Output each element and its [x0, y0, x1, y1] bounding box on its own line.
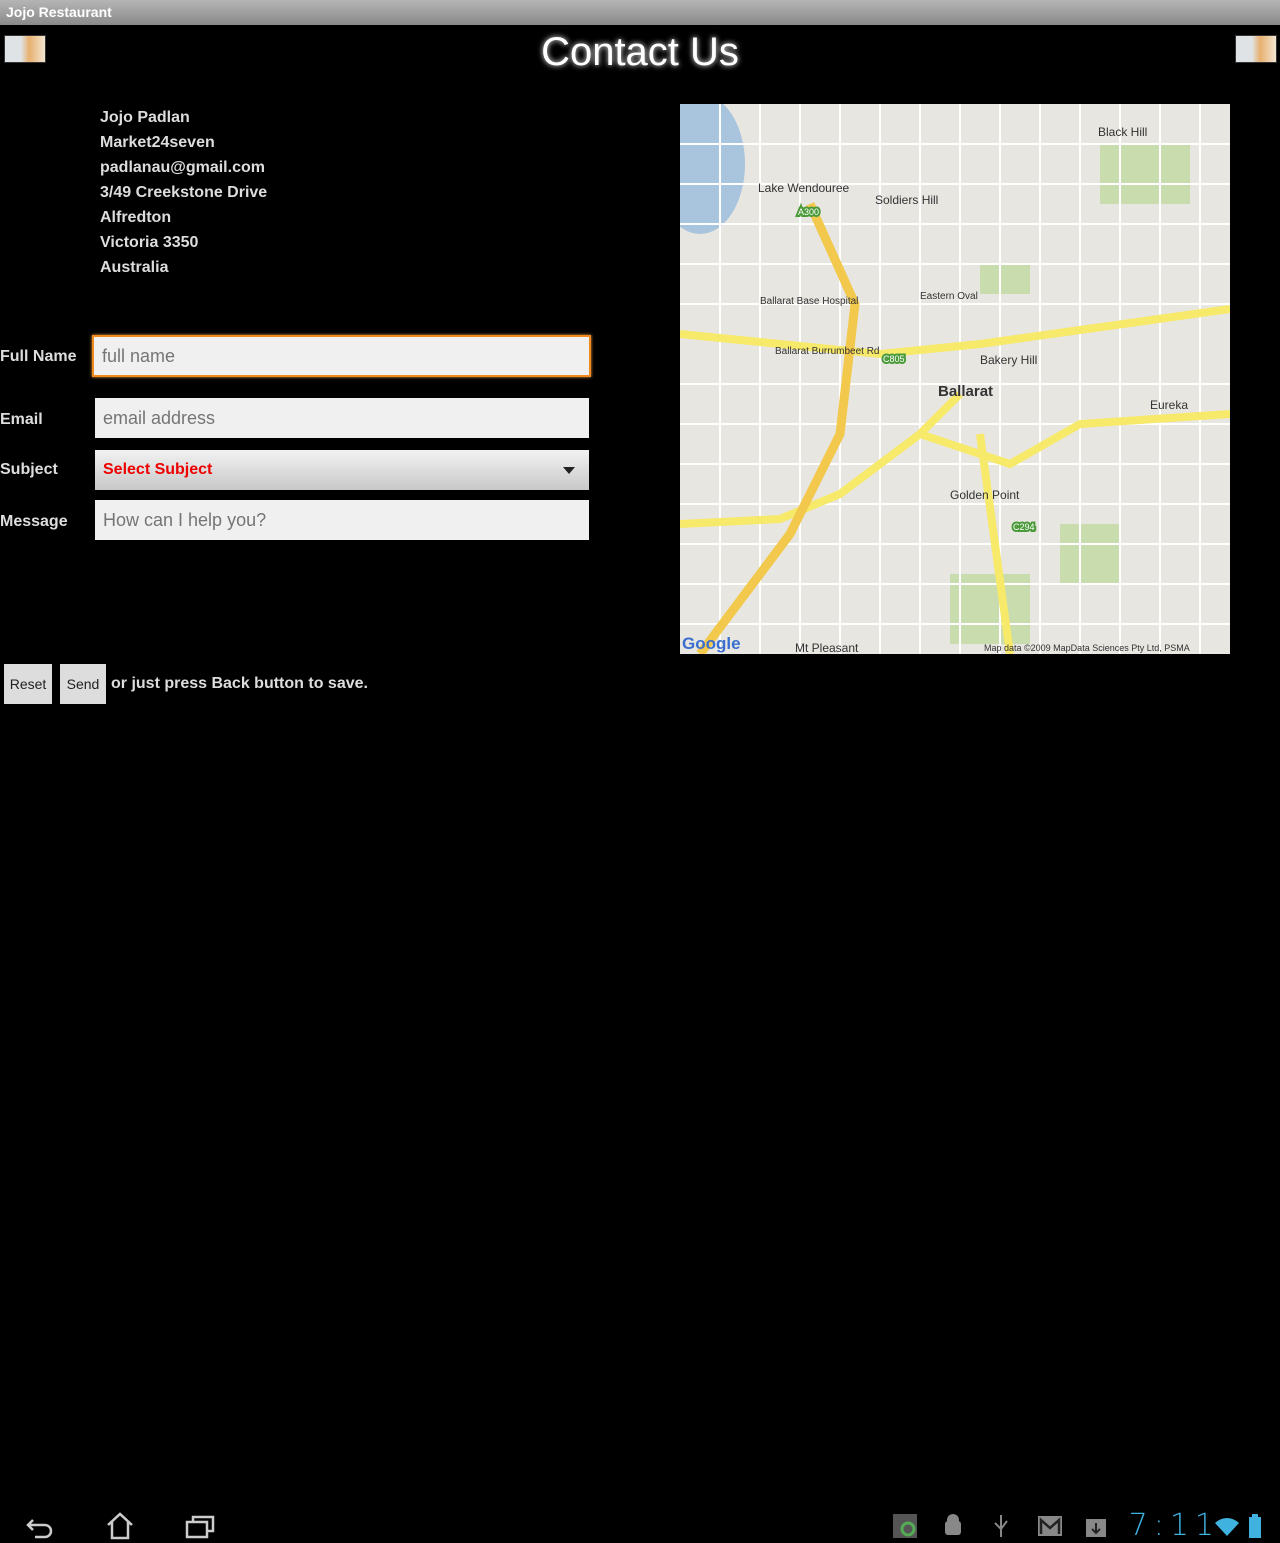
home-icon[interactable]	[105, 1511, 135, 1541]
message-input[interactable]	[95, 500, 589, 540]
road-badge: C294	[1013, 522, 1035, 532]
system-nav-bar: 7:11	[0, 750, 1280, 1543]
contact-street: 3/49 Creekstone Drive	[100, 184, 268, 201]
park	[980, 264, 1030, 294]
full-name-label: Full Name	[0, 348, 77, 365]
map-label: Soldiers Hill	[875, 193, 938, 207]
subject-selected: Select Subject	[103, 461, 213, 478]
dropdown-arrow-icon	[563, 467, 575, 474]
map-label: Golden Point	[950, 488, 1020, 502]
location-map[interactable]: Ballarat Bakery Hill Soldiers Hill Lake …	[680, 104, 1230, 654]
google-logo: Google	[682, 634, 741, 653]
contact-country: Australia	[100, 259, 169, 276]
wifi-icon[interactable]	[1213, 1514, 1241, 1538]
email-label: Email	[0, 411, 43, 428]
subject-label: Subject	[0, 461, 58, 478]
contact-name: Jojo Padlan	[100, 109, 190, 126]
contact-address: Jojo Padlan Market24seven padlanau@gmail…	[100, 105, 267, 280]
map-label: Eureka	[1150, 398, 1188, 412]
usb-icon[interactable]	[992, 1513, 1010, 1539]
park	[1100, 144, 1190, 204]
road-badge: C805	[883, 354, 905, 364]
map-label: Bakery Hill	[980, 353, 1037, 367]
battery-icon[interactable]	[1248, 1513, 1262, 1539]
highway-a300	[696, 202, 860, 654]
lake-water	[680, 104, 745, 234]
screenshot-notification-icon[interactable]	[892, 1513, 918, 1539]
save-hint: or just press Back button to save.	[111, 675, 368, 692]
app-title-bar: Jojo Restaurant	[0, 0, 1280, 25]
park	[1060, 524, 1120, 584]
download-icon[interactable]	[1085, 1513, 1107, 1537]
map-label: Mt Pleasant	[795, 641, 859, 654]
status-clock[interactable]: 7:11	[1129, 1508, 1220, 1543]
message-label: Message	[0, 513, 68, 530]
full-name-input[interactable]	[92, 335, 591, 377]
map-label: Eastern Oval	[920, 291, 978, 302]
contact-suburb: Alfredton	[100, 209, 172, 226]
recent-apps-icon[interactable]	[185, 1514, 217, 1540]
map-label: Lake Wendouree	[758, 181, 850, 195]
map-label: Black Hill	[1098, 125, 1147, 139]
subject-select[interactable]: Select Subject	[95, 450, 589, 490]
android-debug-icon[interactable]	[942, 1513, 964, 1539]
map-label: Ballarat	[938, 383, 993, 400]
back-icon[interactable]	[25, 1514, 55, 1540]
gmail-icon[interactable]	[1037, 1515, 1063, 1537]
contact-state: Victoria 3350	[100, 234, 199, 251]
app-title: Jojo Restaurant	[6, 4, 112, 20]
email-input[interactable]	[95, 398, 589, 438]
contact-company: Market24seven	[100, 134, 215, 151]
map-label: Ballarat Base Hospital	[760, 296, 858, 307]
page-title: Contact Us	[541, 30, 739, 74]
reset-button[interactable]: Reset	[4, 664, 52, 704]
map-label: Ballarat Burrumbeet Rd	[775, 346, 880, 357]
map-graphic: Ballarat Bakery Hill Soldiers Hill Lake …	[680, 104, 1230, 654]
send-button[interactable]: Send	[60, 664, 106, 704]
map-attribution: Map data ©2009 MapData Sciences Pty Ltd,…	[984, 643, 1190, 653]
contact-email[interactable]: padlanau@gmail.com	[100, 155, 267, 180]
road-badge: A300	[798, 207, 819, 217]
